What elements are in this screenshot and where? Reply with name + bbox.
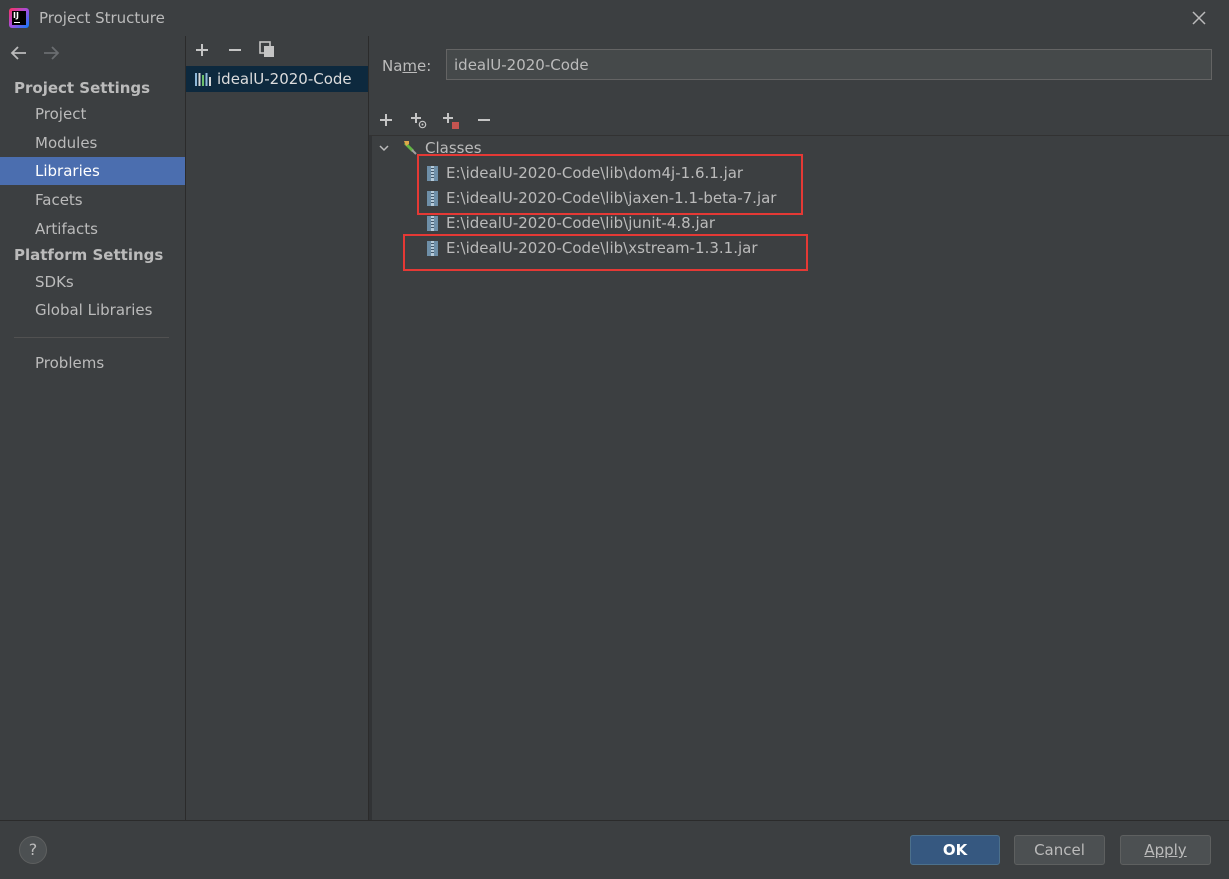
highlight-box-annotation — [417, 154, 803, 215]
close-icon[interactable] — [1189, 8, 1209, 28]
library-list-panel: idealU-2020-Code — [186, 36, 369, 820]
platform-settings-header: Platform Settings — [14, 246, 164, 264]
library-name-input[interactable] — [446, 49, 1212, 80]
sidebar-item-modules[interactable]: Modules — [0, 129, 185, 157]
add-url-icon[interactable] — [409, 111, 427, 129]
intellij-logo-icon: IJ — [9, 8, 29, 28]
title-bar: IJ Project Structure — [0, 0, 1229, 36]
sidebar-item-project[interactable]: Project — [0, 100, 185, 128]
add-icon[interactable] — [377, 111, 395, 129]
library-item-label: idealU-2020-Code — [217, 70, 352, 88]
sidebar-item-facets[interactable]: Facets — [0, 186, 185, 214]
project-settings-header: Project Settings — [14, 79, 151, 97]
classes-toolbar — [369, 106, 1229, 134]
name-label-prefix: Na — [382, 57, 403, 75]
sidebar-item-global-libraries[interactable]: Global Libraries — [0, 296, 185, 324]
cancel-button[interactable]: Cancel — [1014, 835, 1105, 865]
dialog-footer: ? OK Cancel Apply — [0, 820, 1229, 879]
sidebar-item-sdks[interactable]: SDKs — [0, 268, 185, 296]
copy-icon[interactable] — [258, 40, 276, 58]
help-button[interactable]: ? — [19, 836, 47, 864]
jar-icon — [427, 216, 438, 231]
name-label-suffix: e: — [417, 57, 432, 75]
classes-tree: Classes E:\idealU-2020-Code\lib\dom4j-1.… — [369, 135, 1229, 820]
sidebar-divider — [14, 337, 169, 338]
logo-text: IJ — [13, 11, 19, 20]
sidebar-item-libraries[interactable]: Libraries — [0, 157, 185, 185]
library-icon — [195, 73, 211, 86]
highlight-box-annotation — [403, 234, 808, 271]
sidebar-item-artifacts[interactable]: Artifacts — [0, 215, 185, 243]
add-excluded-icon[interactable] — [441, 111, 459, 129]
sidebar-item-problems[interactable]: Problems — [0, 349, 185, 377]
add-icon[interactable] — [193, 41, 211, 59]
ok-button[interactable]: OK — [910, 835, 1000, 865]
name-label: Name: — [382, 57, 431, 75]
library-item-idealu-2020-code[interactable]: idealU-2020-Code — [186, 66, 368, 92]
chevron-down-icon[interactable] — [378, 143, 390, 153]
settings-sidebar: Project Settings Project Modules Librari… — [0, 36, 186, 820]
back-arrow-icon[interactable] — [9, 44, 29, 62]
remove-icon[interactable] — [475, 111, 493, 129]
name-label-mnemonic: m — [402, 57, 418, 75]
forward-arrow-icon[interactable] — [41, 44, 61, 62]
apply-button[interactable]: Apply — [1120, 835, 1211, 865]
window-title: Project Structure — [39, 9, 165, 27]
remove-icon[interactable] — [226, 41, 244, 59]
library-detail-panel: Name: Classes — [369, 36, 1229, 820]
